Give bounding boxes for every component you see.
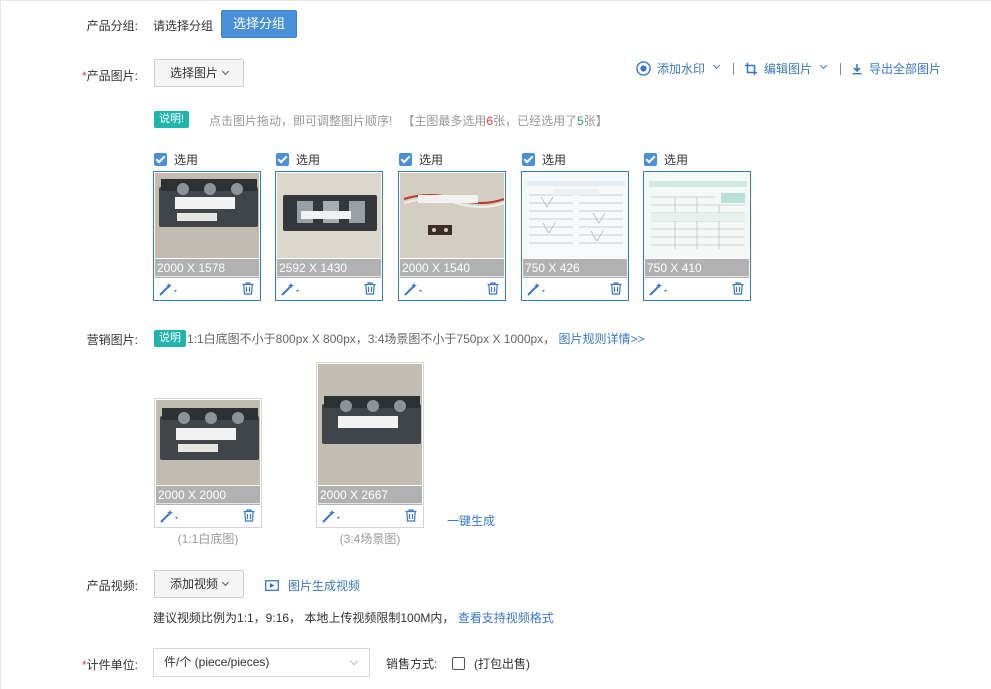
- checkbox-checked-icon: [522, 153, 535, 166]
- unit-selected-value: 件/个 (piece/pieces): [164, 655, 270, 669]
- marketing-images-label: 营销图片:: [86, 333, 138, 347]
- edit-image-button[interactable]: 编辑图片: [744, 60, 828, 77]
- chevron-down-icon: [819, 61, 828, 70]
- image-select-checkbox[interactable]: 选用: [399, 151, 443, 168]
- product-image-card[interactable]: 750 X 426: [521, 171, 629, 301]
- image-select-checkbox[interactable]: 选用: [154, 151, 198, 168]
- marketing-notice-tag: 说明: [154, 330, 186, 347]
- checkbox-checked-icon: [154, 153, 167, 166]
- select-images-button[interactable]: 选择图片: [154, 59, 244, 87]
- add-video-button[interactable]: 添加视频: [154, 570, 244, 598]
- product-image-card[interactable]: 2000 X 1578: [153, 171, 261, 301]
- product-video-label: 产品视频:: [86, 579, 138, 593]
- image-toolbar: 添加水印 编辑图片 导出全部图片: [636, 60, 941, 77]
- product-image: [645, 173, 749, 258]
- image-to-video-label: 图片生成视频: [288, 579, 361, 593]
- magic-wand-icon[interactable]: [159, 509, 181, 523]
- watermark-label: 添加水印: [657, 62, 706, 76]
- image-tools: [399, 276, 505, 300]
- trash-icon[interactable]: [487, 282, 499, 295]
- unit-label: *计件单位:: [81, 658, 138, 672]
- chevron-down-icon: [221, 578, 230, 587]
- product-image-card[interactable]: 2592 X 1430: [275, 171, 383, 301]
- group-label: 产品分组:: [86, 19, 138, 33]
- magic-wand-icon[interactable]: [321, 509, 343, 523]
- marketing-image-card-square[interactable]: 2000 X 2000: [154, 398, 262, 528]
- trash-icon[interactable]: [243, 509, 255, 522]
- marketing-image: [318, 364, 422, 485]
- watermark-icon: [636, 61, 651, 76]
- download-icon: [852, 63, 862, 74]
- image-select-checkbox[interactable]: 选用: [522, 151, 566, 168]
- crop-icon: [744, 62, 758, 75]
- trash-icon[interactable]: [242, 282, 254, 295]
- toolbar-divider: [733, 62, 735, 75]
- magic-wand-icon[interactable]: [648, 282, 670, 296]
- export-all-label: 导出全部图片: [869, 62, 942, 76]
- image-tools: [154, 276, 260, 300]
- marketing-image-card-scene[interactable]: 2000 X 2667: [316, 362, 424, 528]
- video-hint: 建议视频比例为1:1，9:16， 本地上传视频限制100M内， 查看支持视频格式: [153, 611, 554, 625]
- chevron-down-icon: [221, 67, 230, 76]
- image-to-video-button[interactable]: 图片生成视频: [265, 577, 360, 594]
- image-tools: [644, 276, 750, 300]
- trash-icon[interactable]: [732, 282, 744, 295]
- trash-icon[interactable]: [610, 282, 622, 295]
- notice-tag: 说明!: [154, 111, 190, 128]
- image-tools: [317, 503, 423, 527]
- export-all-button[interactable]: 导出全部图片: [851, 60, 941, 77]
- toolbar-divider: [840, 62, 842, 75]
- checkbox-checked-icon: [276, 153, 289, 166]
- video-icon: [265, 580, 279, 591]
- product-images-label: *产品图片:: [81, 69, 138, 83]
- product-image-card[interactable]: 750 X 410: [643, 171, 751, 301]
- trash-icon[interactable]: [405, 509, 417, 522]
- product-image: [400, 173, 504, 258]
- image-select-checkbox[interactable]: 选用: [644, 151, 688, 168]
- package-sale-label: (打包出售): [474, 657, 530, 671]
- watermark-button[interactable]: 添加水印: [636, 60, 721, 77]
- magic-wand-icon[interactable]: [280, 282, 302, 296]
- marketing-notice: 1:1白底图不小于800px X 800px，3:4场景图不小于750px X …: [187, 332, 645, 346]
- image-tools: [276, 276, 382, 300]
- magic-wand-icon[interactable]: [403, 282, 425, 296]
- edit-image-label: 编辑图片: [764, 62, 813, 76]
- one-click-generate-link[interactable]: 一键生成: [447, 512, 495, 529]
- image-rules-link[interactable]: 图片规则详情>>: [559, 332, 645, 346]
- group-placeholder: 请选择分组: [153, 19, 214, 33]
- product-image: [155, 173, 259, 258]
- image-tools: [155, 503, 261, 527]
- product-image-card[interactable]: 2000 X 1540: [398, 171, 506, 301]
- unit-select[interactable]: 件/个 (piece/pieces): [153, 648, 370, 677]
- image-tools: [522, 276, 628, 300]
- image-select-checkbox[interactable]: 选用: [276, 151, 320, 168]
- magic-wand-icon[interactable]: [526, 282, 548, 296]
- scene-image-caption: (3:4场景图): [339, 532, 401, 546]
- checkbox-checked-icon: [644, 153, 657, 166]
- product-image: [277, 173, 381, 258]
- product-image: [523, 173, 627, 258]
- video-formats-link[interactable]: 查看支持视频格式: [458, 611, 554, 625]
- image-order-notice: 点击图片拖动，即可调整图片顺序! 【主图最多选用6张，已经选用了5张】: [209, 114, 608, 128]
- chevron-down-icon: [349, 656, 359, 666]
- select-group-button[interactable]: 选择分组: [221, 10, 297, 38]
- marketing-image: [156, 400, 260, 485]
- package-sale-checkbox[interactable]: (打包出售): [452, 655, 530, 672]
- trash-icon[interactable]: [364, 282, 376, 295]
- magic-wand-icon[interactable]: [158, 282, 180, 296]
- checkbox-checked-icon: [399, 153, 412, 166]
- chevron-down-icon: [712, 61, 721, 70]
- sale-method-label: 销售方式:: [386, 657, 438, 671]
- checkbox-unchecked-icon: [452, 657, 465, 670]
- square-image-caption: (1:1白底图): [177, 532, 239, 546]
